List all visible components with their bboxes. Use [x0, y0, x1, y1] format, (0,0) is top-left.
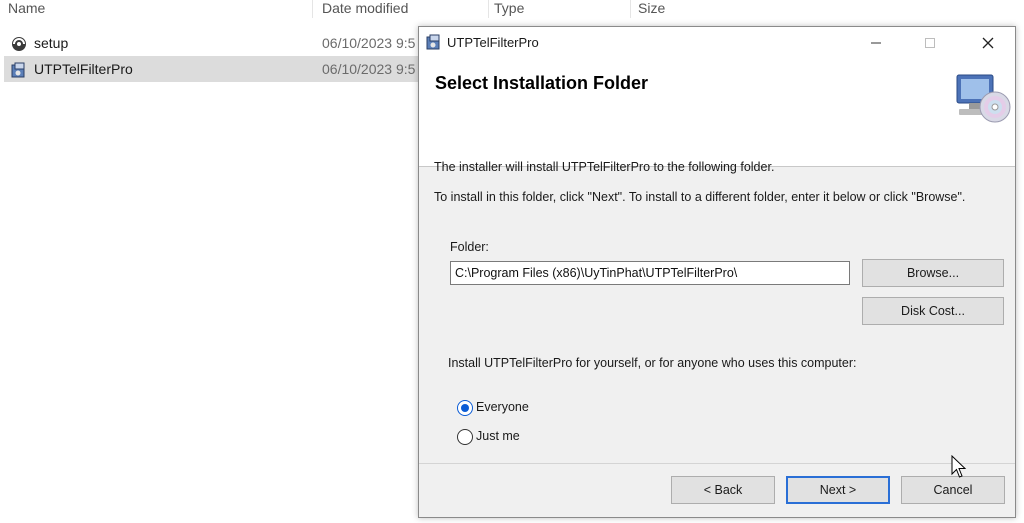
window-title: UTPTelFilterPro — [447, 35, 539, 50]
column-divider[interactable] — [488, 0, 489, 18]
everyone-radio-label[interactable]: Everyone — [476, 400, 529, 414]
computer-disc-icon — [956, 74, 1011, 123]
everyone-radio[interactable] — [457, 400, 473, 416]
file-date: 06/10/2023 9:5 — [322, 61, 416, 77]
just-me-radio-label[interactable]: Just me — [476, 429, 520, 443]
maximize-button[interactable] — [907, 27, 953, 59]
page-title: Select Installation Folder — [435, 73, 649, 93]
column-divider[interactable] — [312, 0, 313, 18]
just-me-radio[interactable] — [457, 429, 473, 445]
mouse-cursor-icon — [951, 455, 967, 478]
minimize-button[interactable] — [853, 27, 899, 59]
maximize-icon — [925, 38, 935, 48]
installer-dialog: UTPTelFilterPro Select Installation Fold… — [418, 26, 1016, 518]
file-name: setup — [34, 35, 69, 51]
file-date: 06/10/2023 9:5 — [322, 35, 416, 51]
folder-label: Folder: — [450, 240, 489, 254]
minimize-icon — [871, 42, 881, 44]
footer-divider — [419, 463, 1015, 464]
next-button[interactable]: Next > — [786, 476, 890, 504]
cancel-button[interactable]: Cancel — [901, 476, 1005, 504]
column-name[interactable]: Name — [8, 0, 45, 16]
install-description: The installer will install UTPTelFilterP… — [434, 160, 775, 174]
install-for-label: Install UTPTelFilterPro for yourself, or… — [448, 356, 857, 370]
column-size[interactable]: Size — [638, 0, 665, 16]
column-divider[interactable] — [630, 0, 631, 18]
setup-icon — [12, 37, 26, 51]
close-button[interactable] — [965, 27, 1011, 59]
file-name: UTPTelFilterPro — [34, 61, 133, 77]
close-icon — [982, 37, 994, 49]
installer-package-icon — [426, 34, 440, 50]
browse-button[interactable]: Browse... — [862, 259, 1004, 287]
file-row-setup[interactable]: setup 06/10/2023 9:5 — [4, 30, 418, 56]
file-row-utptelfilterpro[interactable]: UTPTelFilterPro 06/10/2023 9:5 — [4, 56, 418, 82]
column-header: Name Date modified Type Size — [0, 0, 1024, 18]
column-date-modified[interactable]: Date modified — [322, 0, 408, 16]
install-instructions: To install in this folder, click "Next".… — [434, 190, 966, 204]
installer-package-icon — [11, 62, 25, 78]
folder-path-input[interactable] — [450, 261, 850, 285]
title-bar[interactable]: UTPTelFilterPro — [419, 27, 1015, 59]
back-button[interactable]: < Back — [671, 476, 775, 504]
column-type[interactable]: Type — [494, 0, 524, 16]
disk-cost-button[interactable]: Disk Cost... — [862, 297, 1004, 325]
